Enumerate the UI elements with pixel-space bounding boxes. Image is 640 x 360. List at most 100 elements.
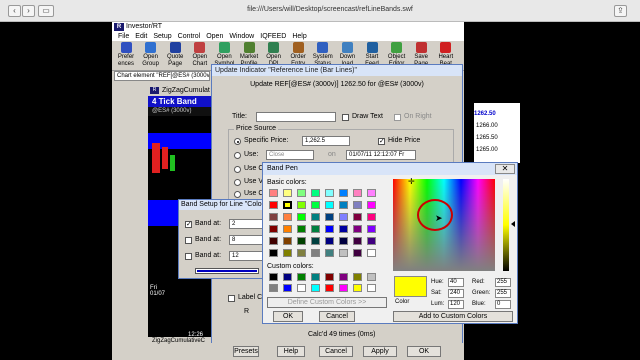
menu-item[interactable]: File xyxy=(118,33,129,40)
define-custom-colors-button[interactable]: Define Custom Colors >> xyxy=(267,297,387,308)
use-cu-radio[interactable] xyxy=(234,166,241,173)
custom-color-swatch[interactable] xyxy=(283,284,292,292)
pen-ok-button[interactable]: OK xyxy=(273,311,303,322)
basic-color-swatch[interactable] xyxy=(269,237,278,245)
basic-color-swatch[interactable] xyxy=(325,225,334,233)
menu-item[interactable]: Window xyxy=(229,33,254,40)
basic-color-swatch[interactable] xyxy=(367,213,376,221)
basic-color-swatch[interactable] xyxy=(367,237,376,245)
band-value-input[interactable]: 2 xyxy=(229,219,263,229)
custom-color-swatch[interactable] xyxy=(283,273,292,281)
address-bar[interactable]: file:///Users/will/Desktop/screencast/re… xyxy=(200,6,460,13)
red-input[interactable]: 255 xyxy=(495,278,511,287)
help-button[interactable]: Help xyxy=(277,346,305,357)
basic-color-swatch[interactable] xyxy=(283,225,292,233)
date-input[interactable]: 01/07/11 12:12:07 Fr xyxy=(346,150,416,160)
basic-color-swatch[interactable] xyxy=(311,213,320,221)
luminance-slider[interactable] xyxy=(503,179,509,271)
basic-color-swatch[interactable] xyxy=(353,249,362,257)
basic-color-swatch[interactable] xyxy=(297,189,306,197)
lum-input[interactable]: 120 xyxy=(448,300,464,309)
pen-cancel-button[interactable]: Cancel xyxy=(319,311,355,322)
basic-color-swatch[interactable] xyxy=(311,189,320,197)
on-right-checkbox[interactable] xyxy=(394,114,401,121)
basic-color-swatch[interactable] xyxy=(269,201,278,209)
basic-color-swatch[interactable] xyxy=(339,225,348,233)
luminance-arrow-icon[interactable] xyxy=(511,221,515,227)
basic-color-swatch[interactable] xyxy=(339,189,348,197)
band-value-input[interactable]: 12 xyxy=(229,251,263,261)
share-icon[interactable]: ⇪ xyxy=(614,5,627,17)
basic-color-swatch[interactable] xyxy=(283,249,292,257)
sat-input[interactable]: 240 xyxy=(448,289,464,298)
custom-color-swatch[interactable] xyxy=(311,273,320,281)
basic-color-swatch[interactable] xyxy=(269,225,278,233)
custom-color-swatch[interactable] xyxy=(367,273,376,281)
toolbar-button[interactable]: Quote Page xyxy=(163,42,187,68)
custom-color-swatch[interactable] xyxy=(269,284,278,292)
use-cl-radio[interactable] xyxy=(234,191,241,198)
basic-color-swatch[interactable] xyxy=(339,213,348,221)
custom-color-swatch[interactable] xyxy=(297,273,306,281)
basic-color-swatch[interactable] xyxy=(325,213,334,221)
basic-color-swatch[interactable] xyxy=(311,225,320,233)
close-icon[interactable]: ✕ xyxy=(495,164,515,174)
ok-button[interactable]: OK xyxy=(407,346,441,357)
basic-color-swatch[interactable] xyxy=(325,189,334,197)
forward-icon[interactable]: › xyxy=(22,5,35,17)
basic-color-swatch[interactable] xyxy=(367,189,376,197)
basic-color-swatch[interactable] xyxy=(353,237,362,245)
basic-color-swatch[interactable] xyxy=(325,237,334,245)
basic-color-swatch[interactable] xyxy=(367,249,376,257)
basic-color-swatch[interactable] xyxy=(269,189,278,197)
custom-color-swatch[interactable] xyxy=(353,284,362,292)
basic-color-swatch[interactable] xyxy=(283,201,292,209)
add-custom-color-button[interactable]: Add to Custom Colors xyxy=(393,311,513,322)
toolbar-button[interactable]: Prefer ences xyxy=(114,42,138,68)
basic-color-swatch[interactable] xyxy=(339,201,348,209)
menu-item[interactable]: Control xyxy=(178,33,201,40)
menu-item[interactable]: IQFEED xyxy=(260,33,286,40)
band-checkbox[interactable] xyxy=(185,253,192,260)
basic-color-swatch[interactable] xyxy=(269,249,278,257)
custom-color-swatch[interactable] xyxy=(339,284,348,292)
basic-color-swatch[interactable] xyxy=(353,213,362,221)
basic-color-swatch[interactable] xyxy=(283,213,292,221)
basic-color-swatch[interactable] xyxy=(339,249,348,257)
band-value-input[interactable]: 8 xyxy=(229,235,263,245)
basic-color-swatch[interactable] xyxy=(339,237,348,245)
basic-color-swatch[interactable] xyxy=(297,201,306,209)
draw-text-checkbox[interactable] xyxy=(342,114,349,121)
green-input[interactable]: 255 xyxy=(495,289,511,298)
band-checkbox[interactable]: ✓ xyxy=(185,221,192,228)
basic-color-swatch[interactable] xyxy=(297,225,306,233)
menu-item[interactable]: Edit xyxy=(135,33,147,40)
chart-element-selector[interactable]: Chart element "REF[@ES# (3000v) xyxy=(114,71,210,81)
custom-color-swatch[interactable] xyxy=(269,273,278,281)
menu-item[interactable]: Setup xyxy=(153,33,171,40)
label-checkbox[interactable] xyxy=(228,295,235,302)
band-color-swatch[interactable] xyxy=(195,268,259,274)
band-checkbox[interactable] xyxy=(185,237,192,244)
basic-color-swatch[interactable] xyxy=(297,237,306,245)
basic-color-swatch[interactable] xyxy=(283,237,292,245)
menu-item[interactable]: Help xyxy=(292,33,306,40)
custom-color-swatch[interactable] xyxy=(339,273,348,281)
custom-color-swatch[interactable] xyxy=(325,273,334,281)
use-v-radio[interactable] xyxy=(234,179,241,186)
sidebar-icon[interactable]: ▭ xyxy=(38,5,54,17)
custom-color-swatch[interactable] xyxy=(367,284,376,292)
specific-price-radio[interactable] xyxy=(234,138,241,145)
basic-color-swatch[interactable] xyxy=(353,189,362,197)
basic-color-swatch[interactable] xyxy=(367,201,376,209)
toolbar-button[interactable]: Open Chart xyxy=(188,42,212,68)
basic-color-swatch[interactable] xyxy=(311,201,320,209)
menu-item[interactable]: Open xyxy=(206,33,223,40)
basic-color-swatch[interactable] xyxy=(325,249,334,257)
use-radio[interactable] xyxy=(234,152,241,159)
basic-color-swatch[interactable] xyxy=(283,189,292,197)
basic-color-swatch[interactable] xyxy=(297,249,306,257)
hue-input[interactable]: 40 xyxy=(448,278,464,287)
basic-color-swatch[interactable] xyxy=(269,213,278,221)
custom-color-swatch[interactable] xyxy=(353,273,362,281)
